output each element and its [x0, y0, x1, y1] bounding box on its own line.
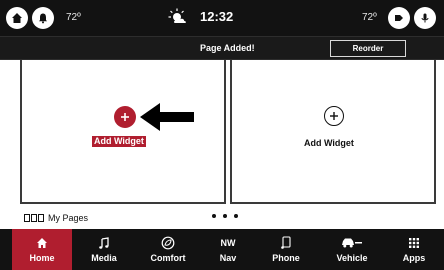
- notification-button[interactable]: [32, 7, 54, 29]
- clock-weather: 12:32: [168, 8, 233, 24]
- nav-phone[interactable]: Phone: [256, 229, 316, 270]
- nav-apps[interactable]: Apps: [384, 229, 444, 270]
- climate-icon: [161, 236, 175, 250]
- arrow-left-icon: [140, 103, 194, 131]
- widget-slot-right[interactable]: Add Widget: [230, 60, 436, 204]
- passenger-temperature: 72º: [362, 12, 377, 23]
- home-icon: [37, 238, 47, 248]
- home-shortcut-button[interactable]: [6, 7, 28, 29]
- driver-temperature: 72º: [66, 12, 81, 23]
- bottom-nav-bar: Home Media Comfort NW Nav Phone Vehicle …: [0, 229, 444, 270]
- nav-vehicle[interactable]: Vehicle: [322, 229, 382, 270]
- nav-home[interactable]: Home: [12, 229, 72, 270]
- add-widget-label: Add Widget: [92, 136, 146, 147]
- apps-grid-icon: [409, 238, 419, 248]
- notification-message: Page Added!: [200, 43, 255, 53]
- my-pages-label: My Pages: [48, 213, 89, 223]
- music-note-icon: [99, 236, 109, 249]
- compass-icon: NW: [221, 236, 236, 250]
- nav-label: Phone: [272, 253, 300, 263]
- home-icon: [12, 13, 22, 23]
- media-source-button[interactable]: [388, 7, 410, 29]
- notification-strip: Page Added! Reorder: [0, 36, 444, 60]
- page-indicator: [212, 214, 238, 218]
- page-dot: [212, 214, 216, 218]
- phone-icon: [281, 236, 291, 249]
- widget-slot-left[interactable]: Add Widget: [20, 60, 226, 204]
- nav-label: Nav: [219, 253, 237, 263]
- bell-icon: [39, 13, 47, 24]
- page-dot: [223, 214, 227, 218]
- microphone-icon: [421, 13, 429, 23]
- page-dot: [234, 214, 238, 218]
- uconnect-home-screen: 72º 12:32 72º Page Added! Reorder Add Wi…: [0, 0, 444, 270]
- reorder-button[interactable]: Reorder: [330, 40, 406, 57]
- nav-label: Home: [29, 253, 55, 263]
- partly-sunny-icon: [168, 8, 186, 23]
- nav-nav[interactable]: NW Nav: [198, 229, 258, 270]
- media-source-icon: [395, 15, 403, 21]
- pages-icon: [24, 214, 44, 222]
- plus-icon: [121, 113, 129, 121]
- clock-time: 12:32: [200, 8, 234, 24]
- car-icon: [342, 238, 362, 248]
- plus-icon: [330, 112, 338, 120]
- nav-label: Comfort: [150, 253, 186, 263]
- add-widget-button[interactable]: [324, 106, 344, 126]
- add-widget-label: Add Widget: [304, 138, 354, 148]
- add-widget-button[interactable]: [114, 106, 136, 128]
- nav-label: Vehicle: [336, 253, 368, 263]
- my-pages-button[interactable]: My Pages: [24, 213, 88, 223]
- voice-button[interactable]: [414, 7, 436, 29]
- compass-heading: NW: [220, 238, 236, 248]
- nav-comfort[interactable]: Comfort: [138, 229, 198, 270]
- status-bar: 72º 12:32 72º: [0, 0, 444, 36]
- nav-label: Apps: [402, 253, 426, 263]
- nav-media[interactable]: Media: [74, 229, 134, 270]
- nav-label: Media: [91, 253, 117, 263]
